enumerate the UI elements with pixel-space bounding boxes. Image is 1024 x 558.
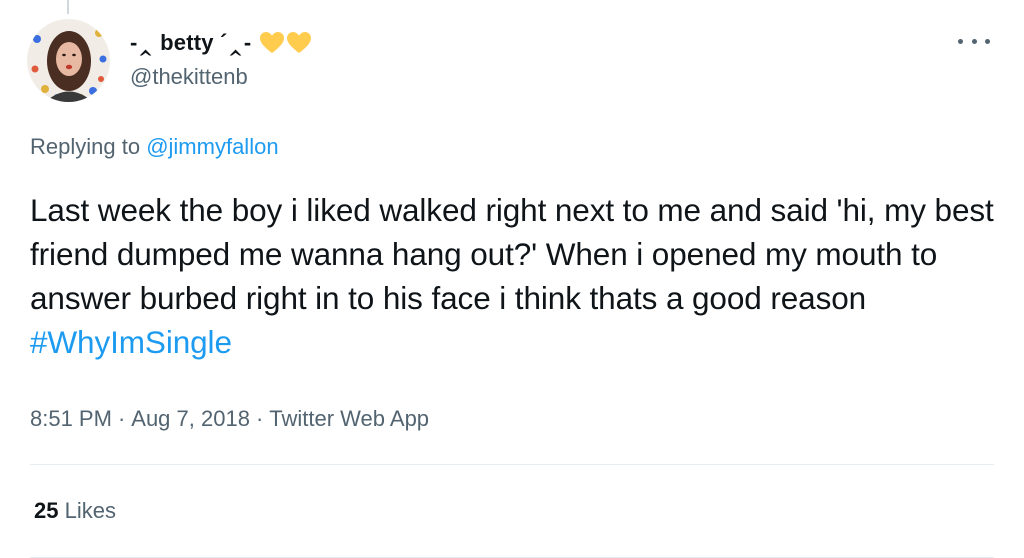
avatar[interactable]	[27, 19, 110, 102]
likes-count: 25	[34, 498, 59, 523]
name-emojis	[259, 31, 312, 55]
meta-separator: ·	[255, 406, 264, 431]
author-name-row[interactable]: -‸ betty ´‸-	[130, 26, 312, 60]
tweet-body-text: Last week the boy i liked walked right n…	[30, 192, 994, 316]
replying-to-mention-link[interactable]: @jimmyfallon	[146, 134, 278, 159]
meta-separator: ·	[117, 406, 126, 431]
more-horizontal-icon	[971, 38, 977, 44]
tweet-source-link[interactable]: Twitter Web App	[269, 406, 429, 431]
likes-label: Likes	[64, 498, 116, 523]
tweet-date[interactable]: Aug 7, 2018	[131, 406, 250, 431]
avatar-image	[27, 19, 110, 102]
tweet-time[interactable]: 8:51 PM	[30, 406, 112, 431]
hashtag-link[interactable]: #WhyImSingle	[30, 324, 232, 360]
more-horizontal-icon	[958, 38, 963, 44]
tweet-text: Last week the boy i liked walked right n…	[30, 188, 1005, 364]
more-horizontal-icon	[985, 38, 990, 44]
replying-to-label: Replying to	[30, 134, 141, 159]
more-options-button[interactable]	[958, 34, 990, 48]
likes-link[interactable]: 25 Likes	[34, 498, 116, 524]
thread-connector-line	[67, 0, 69, 14]
divider	[30, 464, 994, 465]
yellow-heart-icon	[287, 32, 312, 53]
author-display-name[interactable]: -‸ betty ´‸-	[130, 30, 251, 56]
author-handle[interactable]: @thekittenb	[130, 64, 248, 90]
replying-to-line: Replying to @jimmyfallon	[30, 134, 279, 160]
tweet-metadata: 8:51 PM · Aug 7, 2018 · Twitter Web App	[30, 406, 429, 432]
yellow-heart-icon	[260, 32, 285, 53]
